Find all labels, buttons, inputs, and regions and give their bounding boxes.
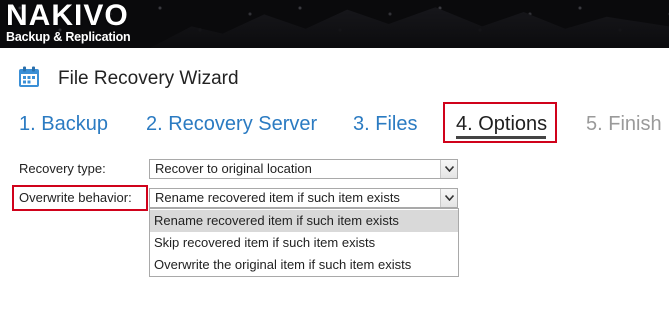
recovery-type-select[interactable]: Recover to original location (149, 159, 458, 179)
step-files[interactable]: 3. Files (353, 112, 417, 136)
chevron-down-icon[interactable] (440, 189, 457, 207)
wizard-title: File Recovery Wizard (58, 68, 239, 89)
dropdown-option-skip[interactable]: Skip recovered item if such item exists (150, 232, 458, 254)
step-finish: 5. Finish (586, 113, 662, 135)
overwrite-behavior-dropdown: Rename recovered item if such item exist… (149, 208, 459, 277)
calendar-icon (18, 66, 40, 88)
overwrite-behavior-select[interactable]: Rename recovered item if such item exist… (149, 188, 458, 208)
overwrite-behavior-value: Rename recovered item if such item exist… (155, 190, 400, 205)
recovery-type-label: Recovery type: (19, 161, 106, 176)
logo-tagline: Backup & Replication (6, 30, 131, 44)
banner-background (150, 7, 669, 48)
step-recovery-server[interactable]: 2. Recovery Server (146, 112, 317, 136)
overwrite-behavior-label: Overwrite behavior: (19, 190, 132, 205)
header-banner: NAKIVO Backup & Replication (0, 0, 669, 48)
dropdown-option-overwrite[interactable]: Overwrite the original item if such item… (150, 254, 458, 276)
recovery-type-value: Recover to original location (155, 161, 312, 176)
step-backup[interactable]: 1. Backup (19, 112, 108, 136)
logo: NAKIVO (6, 0, 129, 32)
chevron-down-icon[interactable] (440, 160, 457, 178)
dropdown-option-rename[interactable]: Rename recovered item if such item exist… (150, 210, 458, 232)
options-step-highlight (443, 102, 557, 143)
